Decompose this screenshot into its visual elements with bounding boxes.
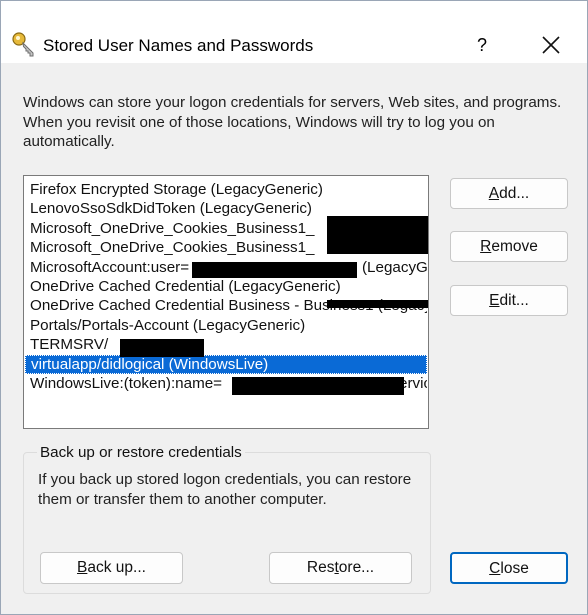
credentials-list[interactable]: Firefox Encrypted Storage (LegacyGeneric… xyxy=(23,175,429,429)
restore-button-label-end: ore... xyxy=(338,559,375,576)
list-item-label: TERMSRV/ xyxy=(30,336,109,354)
add-button-label: dd... xyxy=(499,185,530,202)
add-button[interactable]: Add... xyxy=(450,178,568,209)
list-item-label: WindowsLive:(token):name= xyxy=(30,374,223,392)
list-item-label: virtualapp/didlogical (WindowsLive) xyxy=(31,355,269,373)
list-item-label: Firefox Encrypted Storage (LegacyGeneric… xyxy=(30,181,323,198)
redaction-block xyxy=(232,377,404,395)
restore-button[interactable]: Restore... xyxy=(269,552,412,584)
list-item-selected[interactable]: virtualapp/didlogical (WindowsLive) xyxy=(25,354,427,374)
edit-button[interactable]: Edit... xyxy=(450,285,568,316)
list-item-suffix: (LegacyG xyxy=(362,258,427,276)
close-button-label: lose xyxy=(500,560,529,577)
list-item-label: LenovoSsoSdkDidToken (LegacyGeneric) xyxy=(30,200,312,218)
list-item-label: Portals/Portals-Account (LegacyGeneric) xyxy=(30,316,306,334)
list-item-label: Microsoft_OneDrive_Cookies_Business1_ xyxy=(30,219,315,237)
edit-button-label: dit... xyxy=(499,292,529,309)
list-item[interactable]: Portals/Portals-Account (LegacyGeneric) xyxy=(25,316,427,335)
add-button-mnemonic: A xyxy=(488,185,500,202)
list-item[interactable]: TERMSRV/ xyxy=(25,335,427,354)
dialog-description: Windows can store your logon credentials… xyxy=(23,94,562,150)
restore-button-label-start: Res xyxy=(306,559,335,576)
redaction-block xyxy=(327,300,428,308)
list-item-label: MicrosoftAccount:user= xyxy=(30,258,190,276)
key-icon xyxy=(12,32,34,57)
credentials-list-items: Firefox Encrypted Storage (LegacyGeneric… xyxy=(25,180,427,393)
dialog-window: Stored User Names and Passwords ? Window… xyxy=(0,0,588,615)
list-item[interactable]: Firefox Encrypted Storage (LegacyGeneric… xyxy=(25,180,427,199)
close-button[interactable]: Close xyxy=(450,552,568,584)
list-item[interactable]: OneDrive Cached Credential (LegacyGeneri… xyxy=(25,277,427,296)
remove-button-mnemonic: R xyxy=(480,238,492,255)
window-title: Stored User Names and Passwords xyxy=(43,36,314,55)
edit-button-mnemonic: E xyxy=(489,292,500,309)
redaction-block xyxy=(120,339,204,357)
back-up-button[interactable]: Back up... xyxy=(40,552,183,584)
redaction-block xyxy=(192,262,357,278)
list-item-label: OneDrive Cached Credential (LegacyGeneri… xyxy=(30,277,341,295)
remove-button-label: emove xyxy=(491,238,538,255)
close-icon[interactable] xyxy=(529,29,573,61)
help-button[interactable]: ? xyxy=(463,29,501,61)
back-up-button-label: ack up... xyxy=(87,559,146,576)
back-up-button-mnemonic: B xyxy=(77,559,88,576)
list-item-label: Microsoft_OneDrive_Cookies_Business1_ xyxy=(30,239,315,257)
backup-group-title: Back up or restore credentials xyxy=(37,444,245,461)
close-button-mnemonic: C xyxy=(489,560,501,577)
remove-button[interactable]: Remove xyxy=(450,231,568,262)
backup-group-description: If you back up stored logon credentials,… xyxy=(38,471,412,508)
redaction-block xyxy=(327,216,428,254)
title-bar[interactable]: Stored User Names and Passwords ? xyxy=(1,1,587,63)
